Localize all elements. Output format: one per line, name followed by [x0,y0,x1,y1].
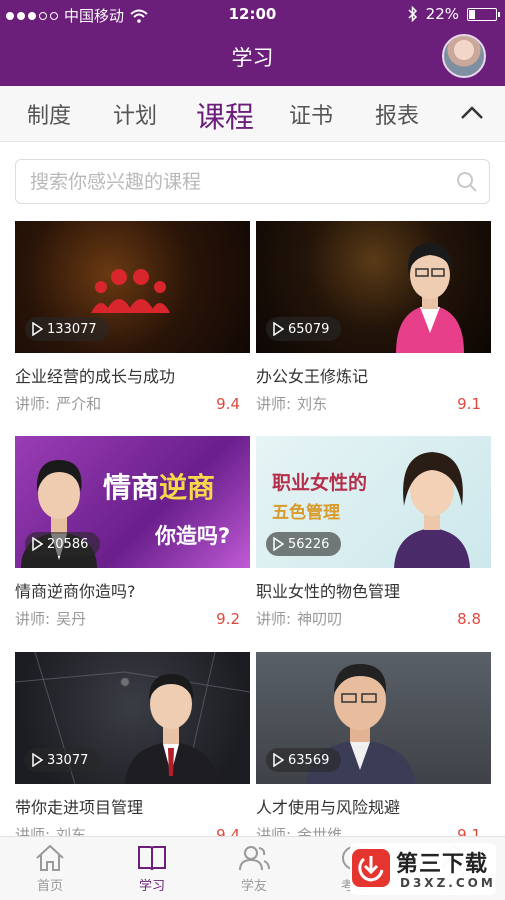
course-card[interactable]: 63569 人才使用与风险规避 讲师: 金世维 9.1 [256,652,491,846]
lecturer-name: 神叨叨 [297,610,343,628]
play-count: 63569 [288,752,330,768]
play-count: 56226 [288,536,330,552]
play-icon [32,537,43,551]
battery-percent: 22% [425,5,459,23]
play-count-badge: 65079 [266,317,342,341]
chevron-up-icon[interactable] [459,102,485,124]
banner-text-1: 情商逆商 [103,471,216,504]
watermark: 第三下载 D3XZ.COM [350,843,496,895]
course-meta: 讲师: 吴丹 9.2 [15,608,250,630]
search-input[interactable] [16,160,436,203]
home-icon [36,844,64,871]
avatar[interactable] [442,34,486,78]
tab-policy[interactable]: 制度 [27,98,71,130]
search-icon[interactable] [455,170,479,194]
play-count-badge: 33077 [25,748,101,772]
play-count-badge: 56226 [266,532,342,556]
lecturer-label: 讲师: [256,610,292,628]
course-meta: 讲师: 严介和 9.4 [15,393,250,415]
course-card[interactable]: 133077 企业经营的成长与成功 讲师: 严介和 9.4 [15,221,250,415]
course-title[interactable]: 职业女性的物色管理 [256,578,491,602]
friends-icon [239,846,270,871]
course-title[interactable]: 带你走进项目管理 [15,794,250,818]
course-thumbnail[interactable]: 63569 [256,652,491,784]
play-count: 133077 [47,321,97,337]
nav-label: 首页 [36,879,63,894]
lecturer-name: 严介和 [56,395,102,413]
course-card[interactable]: 65079 办公女王修炼记 讲师: 刘东 9.1 [256,221,491,415]
category-tabs: 制度 计划 课程 证书 报表 [0,86,505,142]
play-icon [273,753,284,767]
nav-label: 学友 [240,879,267,894]
page-title: 学习 [231,46,274,70]
download-logo-icon [352,849,390,887]
lecturer-label: 讲师: [15,610,51,628]
play-count: 33077 [47,752,89,768]
play-icon [32,322,43,336]
course-meta: 讲师: 刘东 9.1 [256,393,491,415]
course-card[interactable]: 33077 带你走进项目管理 讲师: 刘东 9.4 [15,652,250,846]
play-icon [273,322,284,336]
course-thumbnail[interactable]: 33077 [15,652,250,784]
course-title[interactable]: 企业经营的成长与成功 [15,363,250,387]
course-title[interactable]: 人才使用与风险规避 [256,794,491,818]
app-bar: 学习 [0,28,505,86]
play-icon [273,537,284,551]
play-count: 65079 [288,321,330,337]
play-count-badge: 63569 [266,748,342,772]
course-meta: 讲师: 神叨叨 8.8 [256,608,491,630]
nav-friends[interactable]: 学友 [214,843,294,894]
course-card[interactable]: 职业女性的 五色管理 56226 职业女性的物色管理 讲师: 神叨叨 8.8 [256,436,491,630]
course-title[interactable]: 情商逆商你造吗? [15,578,250,602]
course-score: 9.4 [216,395,240,413]
lecturer-label: 讲师: [15,395,51,413]
course-thumbnail[interactable]: 65079 [256,221,491,353]
course-thumbnail[interactable]: 职业女性的 五色管理 56226 [256,436,491,568]
course-thumbnail[interactable]: 情商逆商 你造吗? 20586 [15,436,250,568]
course-title[interactable]: 办公女王修炼记 [256,363,491,387]
course-score: 8.8 [457,610,481,628]
course-thumbnail[interactable]: 133077 [15,221,250,353]
tab-plan[interactable]: 计划 [113,98,157,130]
watermark-domain: D3XZ.COM [400,876,496,890]
tab-reports[interactable]: 报表 [375,98,419,130]
banner-text-2: 你造吗? [155,524,231,548]
lecturer-label: 讲师: [256,395,292,413]
search-box [15,159,490,204]
nav-label: 学习 [138,879,165,894]
play-count-badge: 20586 [25,532,101,556]
watermark-title: 第三下载 [396,852,489,877]
lecturer-name: 刘东 [297,395,328,413]
course-card[interactable]: 情商逆商 你造吗? 20586 情商逆商你造吗? 讲师: 吴丹 9.2 [15,436,250,630]
play-count: 20586 [47,536,89,552]
lecturer-name: 吴丹 [56,610,87,628]
play-count-badge: 133077 [25,317,109,341]
nav-home[interactable]: 首页 [10,843,90,894]
battery-icon [467,7,500,21]
book-icon [138,846,166,871]
status-bar: 中国移动 12:00 22% [0,0,505,28]
play-icon [32,753,43,767]
tab-courses[interactable]: 课程 [196,94,254,136]
course-score: 9.1 [457,395,481,413]
tab-certificates[interactable]: 证书 [289,98,333,130]
bluetooth-icon [408,6,417,22]
nav-study[interactable]: 学习 [112,843,192,894]
course-score: 9.2 [216,610,240,628]
